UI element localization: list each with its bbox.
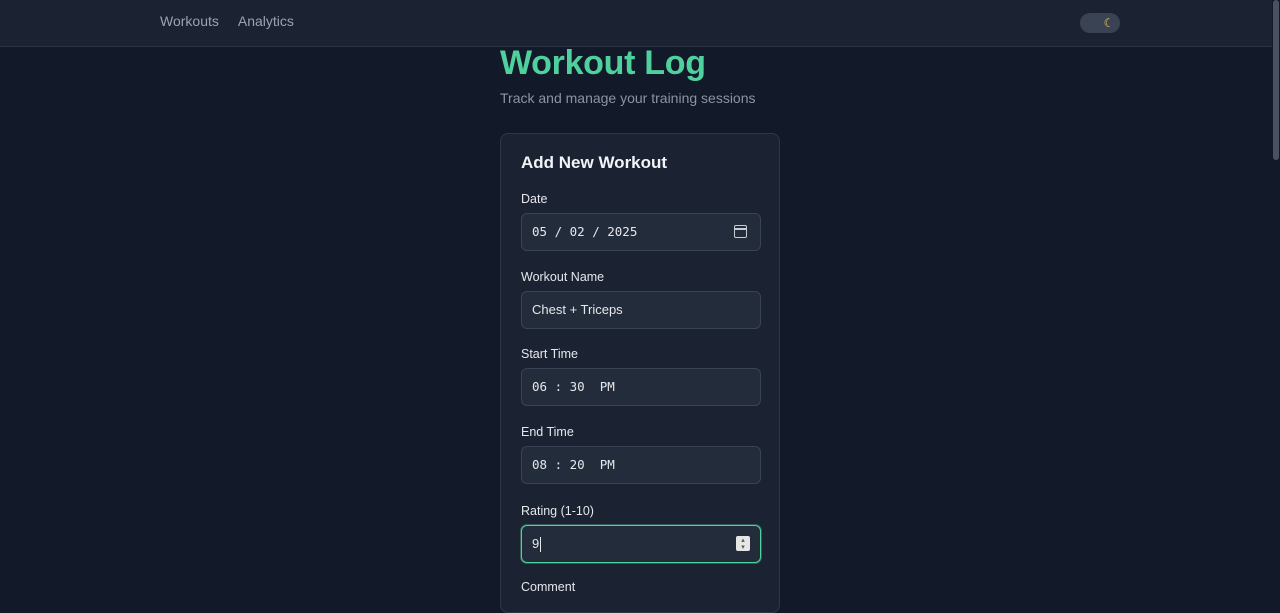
start-time-label: Start Time	[521, 347, 578, 361]
rating-label: Rating (1-10)	[521, 504, 594, 518]
date-input[interactable]: 05 / 02 / 2025	[521, 213, 761, 251]
date-value: 05 / 02 / 2025	[532, 224, 638, 239]
card-title: Add New Workout	[521, 153, 668, 172]
page-subtitle: Track and manage your training sessions	[500, 90, 756, 106]
calendar-icon[interactable]	[734, 225, 747, 238]
workout-name-input[interactable]: Chest + Triceps	[521, 291, 761, 329]
add-workout-card: Add New Workout Date 05 / 02 / 2025 Work…	[500, 133, 780, 613]
start-time-value: 06 : 30 PM	[532, 379, 615, 394]
rating-input[interactable]: 9 ▴ ▾	[521, 525, 761, 563]
page-title: Workout Log	[500, 44, 706, 82]
rating-value: 9	[532, 536, 540, 551]
end-time-label: End Time	[521, 425, 574, 439]
theme-toggle[interactable]: ☾	[1080, 13, 1120, 33]
nav-link-analytics[interactable]: Analytics	[238, 13, 294, 29]
date-label: Date	[521, 192, 548, 206]
moon-icon: ☾	[1103, 16, 1115, 30]
nav-link-workouts[interactable]: Workouts	[160, 13, 219, 29]
start-time-input[interactable]: 06 : 30 PM	[521, 368, 761, 406]
spinner-icon[interactable]: ▴ ▾	[736, 536, 750, 551]
workout-name-label: Workout Name	[521, 270, 605, 284]
scrollbar-thumb[interactable]	[1273, 0, 1279, 160]
text-caret	[540, 537, 542, 553]
end-time-input[interactable]: 08 : 20 PM	[521, 446, 761, 484]
page-scrollbar[interactable]	[1272, 0, 1280, 590]
nav-links: Workouts Analytics	[160, 13, 294, 29]
workout-name-value: Chest + Triceps	[532, 302, 623, 317]
top-navbar: Workouts Analytics ☾	[0, 0, 1280, 47]
comment-label: Comment	[521, 580, 576, 594]
end-time-value: 08 : 20 PM	[532, 457, 615, 472]
